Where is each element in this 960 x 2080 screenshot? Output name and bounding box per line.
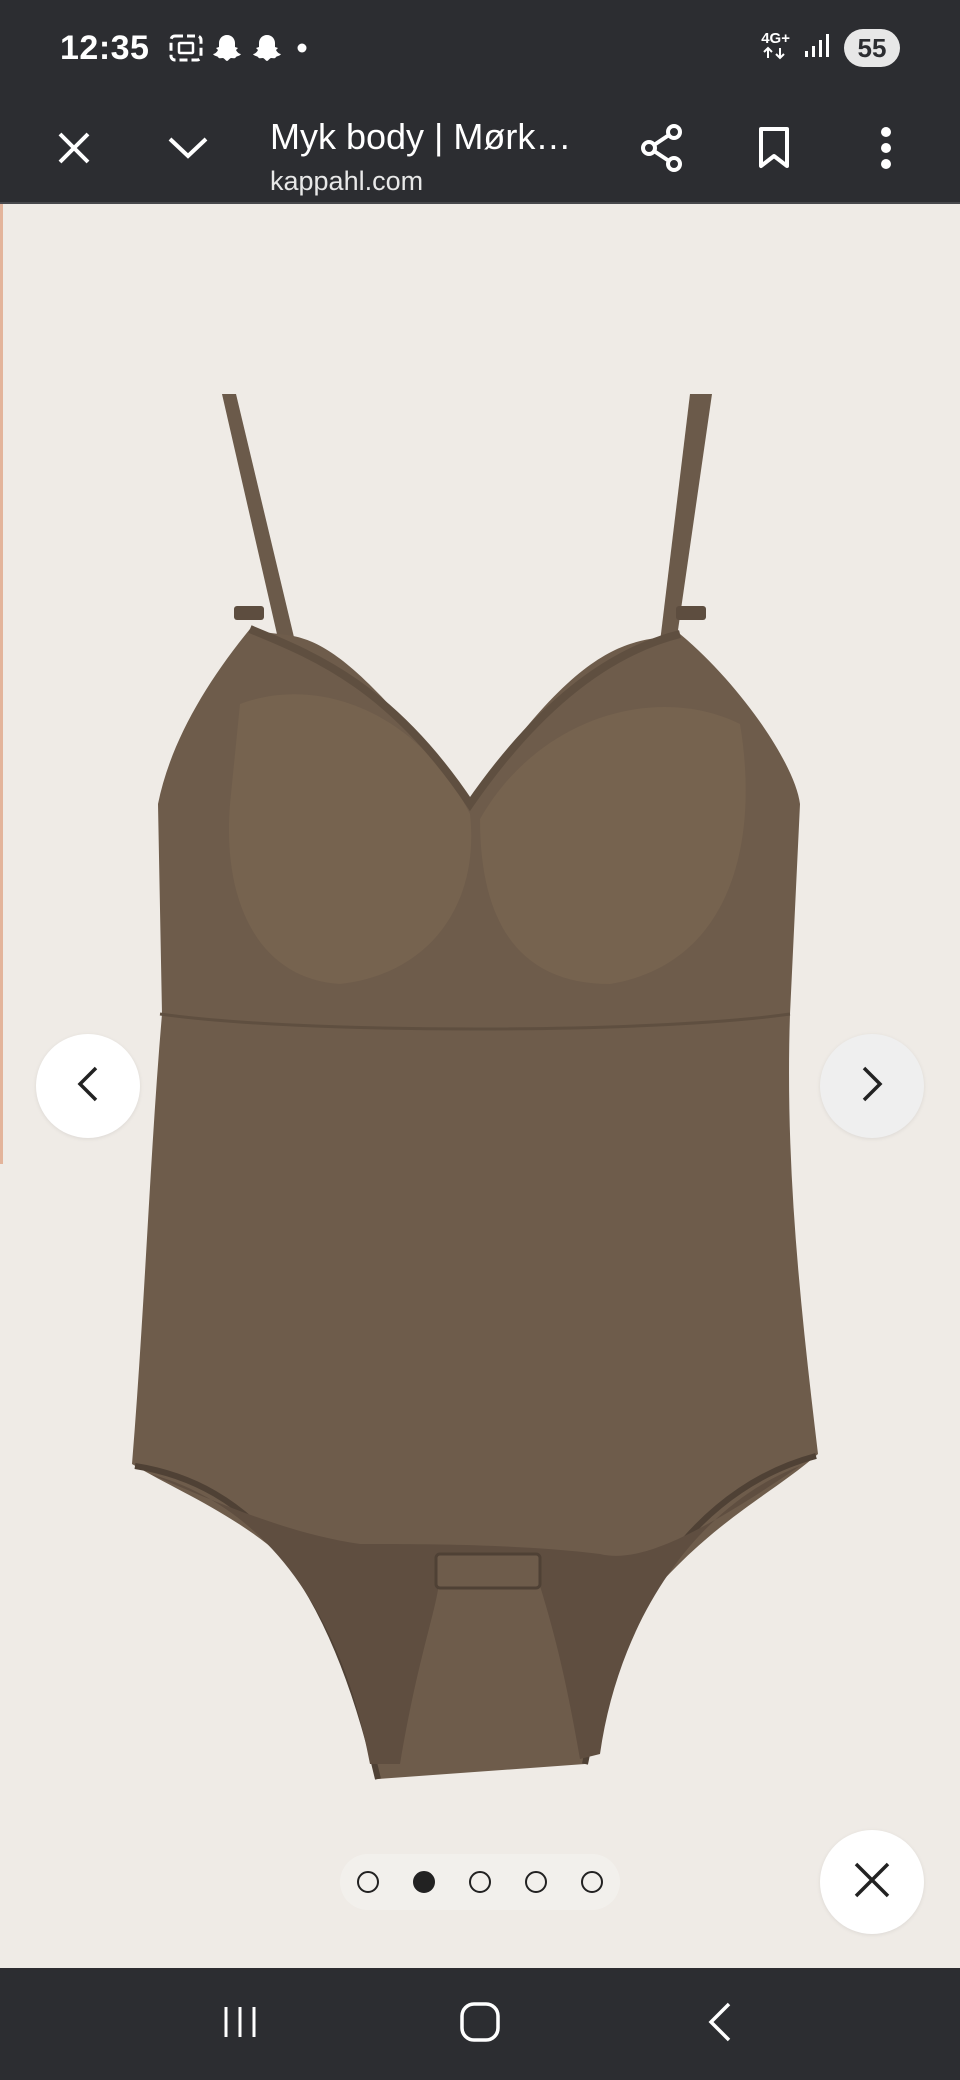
chevron-down-icon	[167, 135, 209, 166]
bookmark-button[interactable]	[746, 122, 802, 178]
image-pagination	[340, 1854, 620, 1910]
status-time: 12:35	[60, 28, 150, 67]
recent-apps-button[interactable]	[200, 1984, 280, 2064]
snapchat-icon	[251, 32, 283, 64]
pagination-dot[interactable]	[469, 1871, 491, 1893]
close-icon	[852, 1860, 892, 1905]
pagination-dot[interactable]	[525, 1871, 547, 1893]
snapchat-icon	[211, 32, 243, 64]
home-button[interactable]	[440, 1984, 520, 2064]
pagination-dot[interactable]	[581, 1871, 603, 1893]
close-gallery-button[interactable]	[820, 1830, 924, 1934]
screenshot-icon	[169, 33, 203, 63]
minimize-button[interactable]	[160, 122, 216, 178]
data-arrows-icon: 4G+	[761, 29, 790, 65]
close-tab-button[interactable]	[46, 122, 102, 178]
product-gallery	[0, 204, 960, 1968]
signal-icon	[802, 31, 832, 66]
close-icon	[56, 130, 92, 171]
chevron-left-icon	[76, 1064, 100, 1109]
next-image-button[interactable]	[820, 1034, 924, 1138]
back-button[interactable]	[680, 1984, 760, 2064]
home-icon	[458, 2000, 502, 2049]
share-button[interactable]	[634, 122, 690, 178]
more-options-button[interactable]	[858, 122, 914, 178]
notification-icons	[169, 32, 313, 64]
recent-apps-icon	[220, 2004, 260, 2045]
previous-image-button[interactable]	[36, 1034, 140, 1138]
pagination-dot-active[interactable]	[413, 1871, 435, 1893]
bookmark-icon	[757, 126, 791, 175]
battery-indicator: 55	[844, 29, 900, 67]
chevron-right-icon	[860, 1064, 884, 1109]
status-right: 4G+ 55	[761, 29, 900, 67]
page-title[interactable]: Myk body | Mørk…	[270, 116, 590, 158]
pagination-dot[interactable]	[357, 1871, 379, 1893]
browser-toolbar: Myk body | Mørk… kappahl.com	[0, 96, 960, 204]
system-navigation-bar	[0, 1968, 960, 2080]
share-icon	[640, 123, 684, 177]
dot-icon	[291, 37, 313, 59]
back-icon	[707, 2000, 733, 2049]
page-url[interactable]: kappahl.com	[270, 166, 423, 197]
network-type: 4G+	[761, 29, 790, 47]
more-vert-icon	[880, 126, 892, 175]
product-image[interactable]	[0, 204, 960, 1968]
status-bar: 12:35 4G+ 55	[0, 0, 960, 96]
